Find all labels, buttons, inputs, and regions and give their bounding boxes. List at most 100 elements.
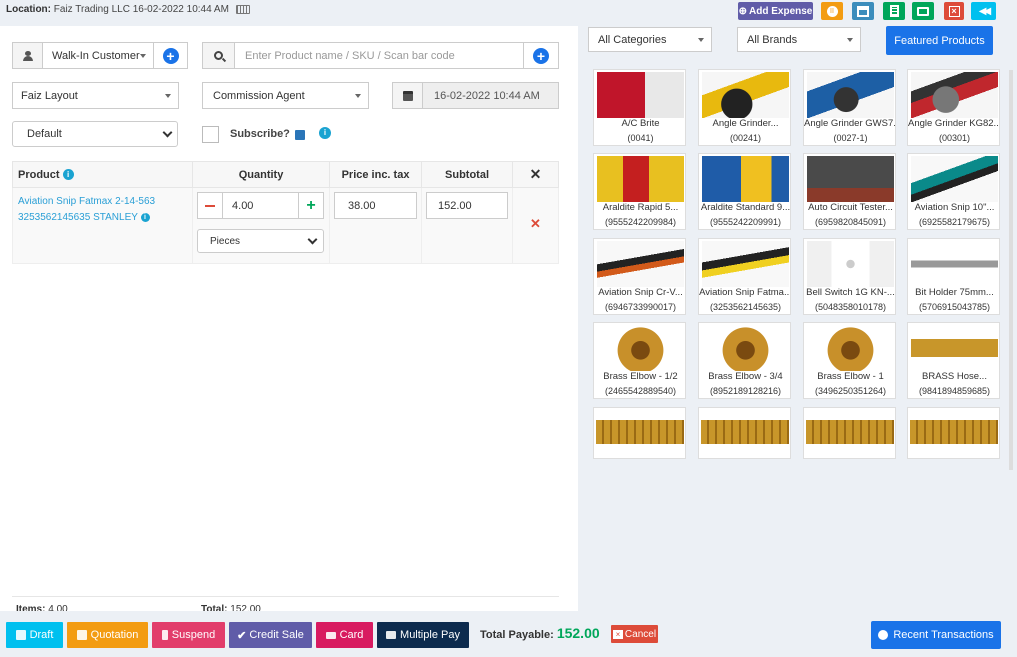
scrollbar[interactable] bbox=[1009, 70, 1013, 470]
transaction-date-input[interactable]: 16-02-2022 10:44 AM bbox=[422, 82, 559, 109]
remove-column-header: ✕ bbox=[512, 161, 559, 188]
remove-row-icon[interactable]: ✕ bbox=[530, 216, 541, 231]
chevron-down-icon bbox=[165, 93, 171, 98]
product-card[interactable] bbox=[803, 407, 896, 459]
calendar-icon bbox=[402, 90, 413, 101]
product-card[interactable]: Bit Holder 75mm... (5706915043785) bbox=[907, 238, 1000, 315]
register-button[interactable] bbox=[852, 2, 874, 20]
customer-select[interactable]: Walk-In Customer bbox=[42, 42, 154, 69]
plus-circle-icon: ⊕ bbox=[738, 5, 748, 17]
product-image bbox=[702, 72, 789, 118]
product-card[interactable] bbox=[698, 407, 791, 459]
product-image bbox=[702, 241, 789, 287]
product-card[interactable]: Brass Elbow - 3/4 (8952189128216) bbox=[698, 322, 791, 399]
chevron-down-icon bbox=[307, 234, 318, 245]
credit-sale-button[interactable]: ✔ Credit Sale bbox=[229, 622, 312, 648]
info-icon[interactable]: i bbox=[319, 127, 331, 139]
product-card[interactable]: Aviation Snip Cr-V... (6946733990017) bbox=[593, 238, 686, 315]
briefcase-button[interactable] bbox=[912, 2, 934, 20]
add-expense-button[interactable]: ⊕ Add Expense bbox=[738, 2, 813, 20]
product-card[interactable]: Aviation Snip 10"... (6925582179675) bbox=[907, 153, 1000, 230]
quantity-decrease-button[interactable] bbox=[197, 192, 224, 219]
plus-circle-icon: + bbox=[162, 47, 179, 64]
category-filter-select[interactable]: All Categories bbox=[588, 27, 712, 52]
add-customer-button[interactable]: + bbox=[153, 42, 188, 69]
product-image bbox=[911, 241, 998, 287]
quotation-button[interactable]: Quotation bbox=[67, 622, 148, 648]
recent-transactions-button[interactable]: Recent Transactions bbox=[871, 621, 1001, 649]
subscribe-checkbox[interactable] bbox=[202, 126, 219, 143]
plus-circle-icon: + bbox=[533, 47, 549, 64]
brand-filter-select[interactable]: All Brands bbox=[737, 27, 861, 52]
product-name: Angle Grinder... bbox=[712, 118, 779, 129]
product-sku: (0041) bbox=[627, 133, 654, 143]
price-group-select[interactable]: Default bbox=[12, 121, 178, 147]
info-icon[interactable]: i bbox=[62, 169, 74, 181]
product-image bbox=[910, 420, 998, 444]
product-image bbox=[701, 420, 789, 444]
product-card[interactable] bbox=[593, 407, 686, 459]
draft-button[interactable]: Draft bbox=[6, 622, 63, 648]
calculator-button[interactable] bbox=[883, 2, 905, 20]
suspend-button[interactable]: Suspend bbox=[152, 622, 225, 648]
product-name-link[interactable]: Aviation Snip Fatmax 2-14-563 bbox=[18, 194, 187, 210]
credit-card-icon bbox=[325, 631, 336, 639]
product-card[interactable]: A/C Brite (0041) bbox=[593, 69, 686, 146]
external-link-icon[interactable] bbox=[295, 130, 305, 140]
product-card[interactable]: Araldite Standard 9... (9555242209991) bbox=[698, 153, 791, 230]
product-card[interactable] bbox=[907, 407, 1000, 459]
money-icon bbox=[386, 631, 397, 639]
product-card[interactable]: Angle Grinder KG82... (00301) bbox=[907, 69, 1000, 146]
chevron-down-icon bbox=[698, 37, 704, 42]
total-payable: Total Payable: 152.00 bbox=[480, 625, 600, 641]
total-payable-value: 152.00 bbox=[556, 625, 600, 641]
product-image bbox=[911, 72, 998, 118]
product-image bbox=[806, 420, 894, 444]
product-search-input[interactable]: Enter Product name / SKU / Scan bar code bbox=[234, 42, 524, 69]
chevron-down-icon bbox=[847, 37, 853, 42]
product-sku: (9555242209991) bbox=[709, 217, 782, 227]
product-card[interactable]: BRASS Hose... (9841894859685) bbox=[907, 322, 1000, 399]
product-name: Brass Elbow - 3/4 bbox=[708, 371, 783, 382]
info-icon[interactable]: i bbox=[140, 212, 150, 222]
remove-cell: ✕ bbox=[512, 187, 559, 264]
product-name: Angle Grinder GWS7... bbox=[804, 118, 896, 129]
product-card[interactable]: Angle Grinder GWS7... (0027-1) bbox=[803, 69, 896, 146]
card-button[interactable]: Card bbox=[316, 622, 373, 648]
layout-select[interactable]: Faiz Layout bbox=[12, 82, 179, 109]
add-product-button[interactable]: + bbox=[523, 42, 559, 69]
search-icon-addon bbox=[202, 42, 235, 69]
product-card[interactable]: Araldite Rapid 5... (9555242209984) bbox=[593, 153, 686, 230]
product-card[interactable]: Auto Circuit Tester... (6959820845091) bbox=[803, 153, 896, 230]
product-name: Aviation Snip Cr-V... bbox=[598, 287, 683, 298]
cancel-button[interactable]: × Cancel bbox=[611, 625, 658, 643]
product-column-header: Product i bbox=[11, 161, 194, 188]
keyboard-icon[interactable] bbox=[235, 4, 250, 14]
featured-products-button[interactable]: Featured Products bbox=[886, 26, 993, 55]
product-card[interactable]: Bell Switch 1G KN-... (5048358010178) bbox=[803, 238, 896, 315]
calendar-icon-addon bbox=[392, 82, 423, 109]
product-card[interactable]: Brass Elbow - 1 (3496250351264) bbox=[803, 322, 896, 399]
product-image bbox=[807, 156, 894, 202]
unit-select[interactable]: Pieces bbox=[197, 229, 325, 253]
quantity-column-header: Quantity bbox=[192, 161, 331, 188]
product-card[interactable]: Brass Elbow - 1/2 (2465542889540) bbox=[593, 322, 686, 399]
go-back-button[interactable]: ◀◀ bbox=[971, 2, 996, 20]
product-card[interactable]: Angle Grinder... (00241) bbox=[698, 69, 791, 146]
price-input[interactable]: 38.00 bbox=[334, 192, 418, 219]
product-name: Auto Circuit Tester... bbox=[808, 202, 893, 213]
briefcase-icon bbox=[917, 6, 929, 16]
product-image bbox=[597, 325, 684, 371]
pause-button[interactable]: II bbox=[821, 2, 843, 20]
quantity-input[interactable]: 4.00 bbox=[222, 192, 300, 219]
product-sku-brand[interactable]: 3253562145635 STANLEY bbox=[18, 212, 138, 223]
multiple-pay-button[interactable]: Multiple Pay bbox=[377, 622, 469, 648]
product-card[interactable]: Aviation Snip Fatma... (3253562145635) bbox=[698, 238, 791, 315]
close-icon: × bbox=[612, 629, 623, 639]
subtotal-input[interactable]: 152.00 bbox=[426, 192, 509, 219]
minus-icon bbox=[205, 204, 216, 207]
close-register-button[interactable]: × bbox=[944, 2, 964, 20]
quantity-increase-button[interactable]: + bbox=[298, 192, 325, 219]
commission-agent-select[interactable]: Commission Agent bbox=[202, 82, 369, 109]
plus-icon: + bbox=[306, 196, 316, 214]
